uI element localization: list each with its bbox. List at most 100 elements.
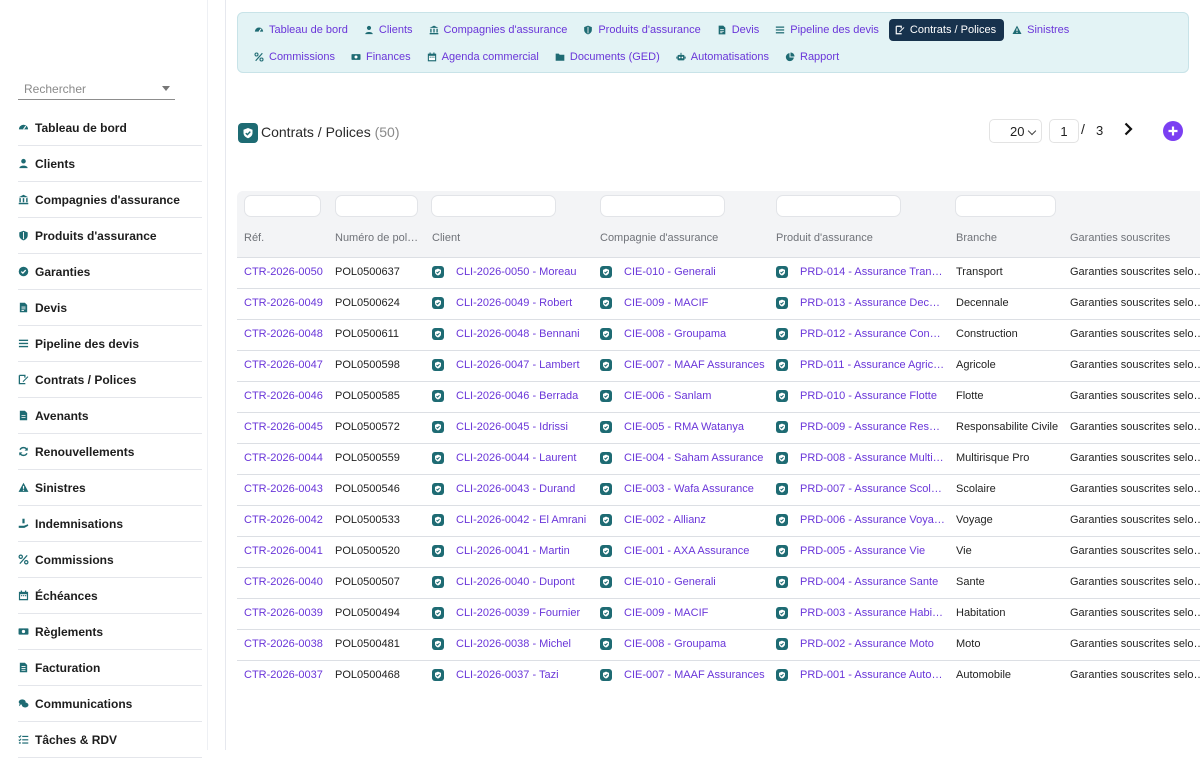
table-row[interactable]: CTR-2026-0044 POL0500559 CLI-2026-0044 - L… bbox=[237, 443, 1200, 474]
cell-produit[interactable]: PRD-008 - Assurance Multi… bbox=[800, 452, 950, 464]
table-row[interactable]: CTR-2026-0039 POL0500494 CLI-2026-0039 - F… bbox=[237, 598, 1200, 629]
top-menu-item-devis[interactable]: Devis bbox=[711, 19, 768, 41]
cell-compagnie[interactable]: CIE-008 - Groupama bbox=[624, 328, 770, 340]
column-header-client[interactable]: Client bbox=[432, 232, 460, 244]
cell-produit[interactable]: PRD-013 - Assurance Dec… bbox=[800, 297, 950, 309]
column-header-produit[interactable]: Produit d'assurance bbox=[776, 232, 873, 244]
sidebar-search-select[interactable]: Rechercher bbox=[18, 78, 175, 100]
next-page-button[interactable] bbox=[1122, 122, 1134, 136]
table-row[interactable]: CTR-2026-0038 POL0500481 CLI-2026-0038 - M… bbox=[237, 629, 1200, 660]
cell-client[interactable]: CLI-2026-0041 - Martin bbox=[456, 545, 594, 557]
add-contract-button[interactable] bbox=[1163, 121, 1183, 141]
column-header-compagnie[interactable]: Compagnie d'assurance bbox=[600, 232, 718, 244]
sidebar-item-commissions[interactable]: Commissions bbox=[18, 542, 202, 578]
column-header-garanties[interactable]: Garanties souscrites bbox=[1070, 232, 1170, 244]
top-menu-item-finances[interactable]: Finances bbox=[345, 46, 419, 68]
cell-client[interactable]: CLI-2026-0047 - Lambert bbox=[456, 359, 594, 371]
cell-ref[interactable]: CTR-2026-0040 bbox=[244, 576, 328, 588]
cell-ref[interactable]: CTR-2026-0048 bbox=[244, 328, 328, 340]
column-header-branche[interactable]: Branche bbox=[956, 232, 997, 244]
cell-compagnie[interactable]: CIE-007 - MAAF Assurances bbox=[624, 359, 770, 371]
cell-client[interactable]: CLI-2026-0037 - Tazi bbox=[456, 669, 594, 681]
cell-ref[interactable]: CTR-2026-0037 bbox=[244, 669, 328, 681]
cell-compagnie[interactable]: CIE-005 - RMA Watanya bbox=[624, 421, 770, 433]
cell-compagnie[interactable]: CIE-003 - Wafa Assurance bbox=[624, 483, 770, 495]
sidebar-item-indemnisations[interactable]: Indemnisations bbox=[18, 506, 202, 542]
top-menu-item-sinistres[interactable]: Sinistres bbox=[1006, 19, 1077, 41]
sidebar-item-pipeline-des-devis[interactable]: Pipeline des devis bbox=[18, 326, 202, 362]
cell-produit[interactable]: PRD-004 - Assurance Sante bbox=[800, 576, 950, 588]
cell-ref[interactable]: CTR-2026-0046 bbox=[244, 390, 328, 402]
cell-produit[interactable]: PRD-010 - Assurance Flotte bbox=[800, 390, 950, 402]
cell-compagnie[interactable]: CIE-001 - AXA Assurance bbox=[624, 545, 770, 557]
current-page-input[interactable]: 1 bbox=[1049, 119, 1079, 143]
top-menu-item-agenda-commercial[interactable]: Agenda commercial bbox=[421, 46, 547, 68]
cell-ref[interactable]: CTR-2026-0042 bbox=[244, 514, 328, 526]
cell-client[interactable]: CLI-2026-0048 - Bennani bbox=[456, 328, 594, 340]
cell-client[interactable]: CLI-2026-0044 - Laurent bbox=[456, 452, 594, 464]
cell-client[interactable]: CLI-2026-0045 - Idrissi bbox=[456, 421, 594, 433]
cell-client[interactable]: CLI-2026-0049 - Robert bbox=[456, 297, 594, 309]
top-menu-item-compagnies-d-assurance[interactable]: Compagnies d'assurance bbox=[423, 19, 576, 41]
top-menu-item-commissions[interactable]: Commissions bbox=[248, 46, 343, 68]
cell-ref[interactable]: CTR-2026-0038 bbox=[244, 638, 328, 650]
top-menu-item-contrats-polices[interactable]: Contrats / Polices bbox=[888, 19, 1005, 41]
sidebar-item-garanties[interactable]: Garanties bbox=[18, 254, 202, 290]
filter-compagnie-input[interactable] bbox=[600, 195, 725, 217]
cell-compagnie[interactable]: CIE-009 - MACIF bbox=[624, 297, 770, 309]
cell-produit[interactable]: PRD-002 - Assurance Moto bbox=[800, 638, 950, 650]
cell-compagnie[interactable]: CIE-009 - MACIF bbox=[624, 607, 770, 619]
sidebar-item-communications[interactable]: Communications bbox=[18, 686, 202, 722]
cell-client[interactable]: CLI-2026-0040 - Dupont bbox=[456, 576, 594, 588]
cell-ref[interactable]: CTR-2026-0043 bbox=[244, 483, 328, 495]
sidebar-item-contrats-polices[interactable]: Contrats / Polices bbox=[18, 362, 202, 398]
sidebar-item-devis[interactable]: Devis bbox=[18, 290, 202, 326]
cell-ref[interactable]: CTR-2026-0049 bbox=[244, 297, 328, 309]
table-row[interactable]: CTR-2026-0050 POL0500637 CLI-2026-0050 - M… bbox=[237, 257, 1200, 288]
sidebar-item-t-ches-rdv[interactable]: Tâches & RDV bbox=[18, 722, 202, 758]
page-size-select[interactable]: 20 bbox=[989, 119, 1042, 143]
cell-client[interactable]: CLI-2026-0039 - Fournier bbox=[456, 607, 594, 619]
table-row[interactable]: CTR-2026-0043 POL0500546 CLI-2026-0043 - D… bbox=[237, 474, 1200, 505]
sidebar-item-clients[interactable]: Clients bbox=[18, 146, 202, 182]
sidebar-item-produits-d-assurance[interactable]: Produits d'assurance bbox=[18, 218, 202, 254]
cell-ref[interactable]: CTR-2026-0039 bbox=[244, 607, 328, 619]
filter-branche-input[interactable] bbox=[955, 195, 1056, 217]
top-menu-item-clients[interactable]: Clients bbox=[358, 19, 421, 41]
sidebar-item-facturation[interactable]: Facturation bbox=[18, 650, 202, 686]
cell-produit[interactable]: PRD-012 - Assurance Con… bbox=[800, 328, 950, 340]
top-menu-item-rapport[interactable]: Rapport bbox=[779, 46, 847, 68]
sidebar-item-compagnies-d-assurance[interactable]: Compagnies d'assurance bbox=[18, 182, 202, 218]
cell-produit[interactable]: PRD-003 - Assurance Habi… bbox=[800, 607, 950, 619]
cell-compagnie[interactable]: CIE-006 - Sanlam bbox=[624, 390, 770, 402]
top-menu-item-pipeline-des-devis[interactable]: Pipeline des devis bbox=[769, 19, 887, 41]
cell-produit[interactable]: PRD-011 - Assurance Agric… bbox=[800, 359, 950, 371]
table-row[interactable]: CTR-2026-0041 POL0500520 CLI-2026-0041 - M… bbox=[237, 536, 1200, 567]
top-menu-item-documents-ged[interactable]: Documents (GED) bbox=[549, 46, 668, 68]
caret-down-icon[interactable] bbox=[162, 86, 170, 91]
cell-produit[interactable]: PRD-005 - Assurance Vie bbox=[800, 545, 950, 557]
sidebar-item-renouvellements[interactable]: Renouvellements bbox=[18, 434, 202, 470]
top-menu-item-tableau-de-bord[interactable]: Tableau de bord bbox=[248, 19, 356, 41]
cell-client[interactable]: CLI-2026-0042 - El Amrani bbox=[456, 514, 594, 526]
sidebar-item-sinistres[interactable]: Sinistres bbox=[18, 470, 202, 506]
cell-client[interactable]: CLI-2026-0050 - Moreau bbox=[456, 266, 594, 278]
cell-compagnie[interactable]: CIE-002 - Allianz bbox=[624, 514, 770, 526]
sidebar-item-avenants[interactable]: Avenants bbox=[18, 398, 202, 434]
cell-produit[interactable]: PRD-014 - Assurance Tran… bbox=[800, 266, 950, 278]
cell-ref[interactable]: CTR-2026-0045 bbox=[244, 421, 328, 433]
cell-ref[interactable]: CTR-2026-0041 bbox=[244, 545, 328, 557]
cell-compagnie[interactable]: CIE-008 - Groupama bbox=[624, 638, 770, 650]
top-menu-item-produits-d-assurance[interactable]: Produits d'assurance bbox=[577, 19, 708, 41]
cell-compagnie[interactable]: CIE-010 - Generali bbox=[624, 576, 770, 588]
table-row[interactable]: CTR-2026-0040 POL0500507 CLI-2026-0040 - D… bbox=[237, 567, 1200, 598]
sidebar-item-tableau-de-bord[interactable]: Tableau de bord bbox=[18, 110, 202, 146]
cell-client[interactable]: CLI-2026-0046 - Berrada bbox=[456, 390, 594, 402]
table-row[interactable]: CTR-2026-0037 POL0500468 CLI-2026-0037 - T… bbox=[237, 660, 1200, 691]
sidebar-item-r-glements[interactable]: Règlements bbox=[18, 614, 202, 650]
table-row[interactable]: CTR-2026-0047 POL0500598 CLI-2026-0047 - L… bbox=[237, 350, 1200, 381]
sidebar-item--ch-ances[interactable]: Échéances bbox=[18, 578, 202, 614]
cell-produit[interactable]: PRD-009 - Assurance Res… bbox=[800, 421, 950, 433]
filter-ref-input[interactable] bbox=[244, 195, 321, 217]
cell-produit[interactable]: PRD-006 - Assurance Voya… bbox=[800, 514, 950, 526]
